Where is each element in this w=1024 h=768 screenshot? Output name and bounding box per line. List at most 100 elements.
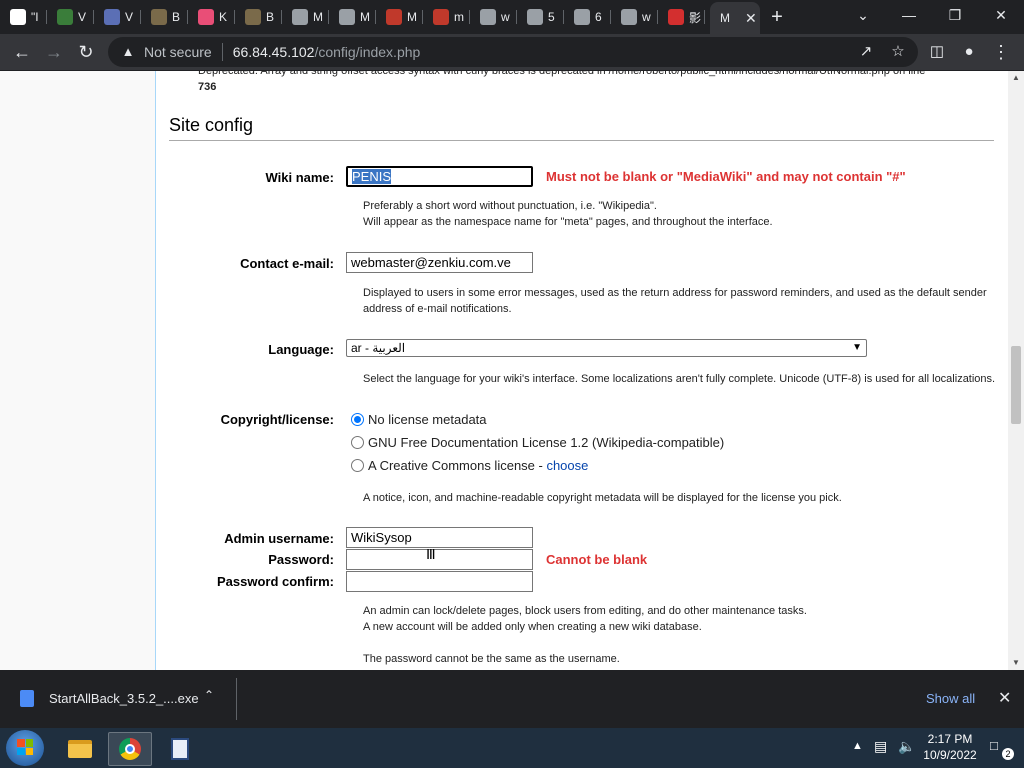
browser-tab[interactable]: "I [0, 4, 47, 30]
browser-tab[interactable]: 5 [517, 4, 564, 30]
maximize-button[interactable]: ❐ [932, 0, 978, 30]
tab-favicon-icon [151, 9, 167, 25]
file-explorer-button[interactable] [58, 732, 102, 766]
download-bar: StartAllBack_3.5.2_....exe ⌃ Show all ✕ [0, 670, 1024, 728]
choose-license-link[interactable]: choose [546, 458, 588, 473]
tab-active-label: M [720, 11, 730, 25]
close-icon[interactable]: ✕ [745, 10, 757, 27]
tab-label: M [360, 10, 370, 24]
close-icon[interactable]: ✕ [998, 688, 1011, 708]
menu-icon[interactable]: ⋮ [989, 40, 1013, 64]
tab-label: "I [31, 10, 39, 24]
password-input[interactable] [346, 549, 533, 570]
admin-username-label: Admin username: [224, 531, 334, 546]
tab-favicon-icon [621, 9, 637, 25]
close-window-button[interactable]: ✕ [978, 0, 1024, 30]
radio-button[interactable] [351, 459, 364, 472]
browser-tab[interactable]: 6 [564, 4, 611, 30]
scroll-down-icon[interactable]: ▼ [1008, 656, 1024, 670]
contact-email-input[interactable]: webmaster@zenkiu.com.ve [346, 252, 533, 273]
tray-chevron-icon[interactable]: ▲ [852, 740, 863, 752]
wiki-name-input[interactable]: PENIS [346, 166, 533, 187]
profile-icon[interactable]: ● [957, 40, 981, 64]
clock-date: 10/9/2022 [923, 748, 977, 762]
admin-username-input[interactable]: WikiSysop [346, 527, 533, 548]
text-cursor-icon: Ⅲ [426, 546, 436, 562]
app-button[interactable] [158, 732, 202, 766]
browser-tab[interactable]: M [376, 4, 423, 30]
tab-favicon-icon [339, 9, 355, 25]
show-all-button[interactable]: Show all [926, 691, 975, 706]
tab-label: M [313, 10, 323, 24]
browser-tab[interactable]: V [94, 4, 141, 30]
vertical-scrollbar[interactable]: ▲ ▼ [1008, 71, 1024, 670]
tab-favicon-icon [57, 9, 73, 25]
sidepanel-icon[interactable]: ◫ [925, 40, 949, 64]
contact-help-2: address of e-mail notifications. [363, 303, 512, 315]
language-select[interactable]: ar - العربية ▼ [346, 339, 867, 357]
warning-icon[interactable]: ▲ [120, 44, 136, 60]
tab-favicon-icon [104, 9, 120, 25]
browser-tab[interactable]: m [423, 4, 470, 30]
language-label: Language: [268, 342, 334, 357]
minimize-button[interactable]: — [886, 0, 932, 30]
browser-tab[interactable]: V [47, 4, 94, 30]
browser-tab[interactable]: B [235, 4, 282, 30]
radio-button[interactable] [351, 413, 364, 426]
license-option-none[interactable]: No license metadata [351, 412, 487, 427]
tab-active[interactable]: M ✕ [710, 2, 760, 34]
tab-favicon-icon [574, 9, 590, 25]
new-tab-button[interactable]: + [766, 4, 788, 30]
forward-icon[interactable]: → [42, 40, 66, 64]
browser-tab[interactable]: w [470, 4, 517, 30]
volume-icon[interactable]: 🔈 [898, 738, 915, 755]
language-selected-value: ar - العربية [351, 341, 406, 355]
browser-tab[interactable]: M [329, 4, 376, 30]
chevron-up-icon[interactable]: ⌃ [204, 688, 214, 702]
tab-favicon-icon [527, 9, 543, 25]
tab-label: K [219, 10, 228, 24]
clock[interactable]: 2:17 PM 10/9/2022 [920, 731, 980, 763]
chevron-down-icon: ▼ [852, 342, 862, 353]
tab-label: 5 [548, 10, 555, 24]
download-filename[interactable]: StartAllBack_3.5.2_....exe [49, 691, 199, 706]
radio-button[interactable] [351, 436, 364, 449]
chrome-icon [119, 738, 141, 760]
license-option-gfdl[interactable]: GNU Free Documentation License 1.2 (Wiki… [351, 435, 724, 450]
browser-tab[interactable]: K [188, 4, 235, 30]
tab-search-icon[interactable]: ⌄ [840, 0, 886, 30]
star-icon[interactable]: ☆ [888, 42, 908, 62]
scroll-up-icon[interactable]: ▲ [1008, 71, 1024, 85]
admin-help-1: An admin can lock/delete pages, block us… [363, 605, 807, 617]
tab-label: V [125, 10, 134, 24]
scrollbar-thumb[interactable] [1011, 346, 1021, 424]
tab-strip: "I V V B K B M M Mm w 5 6 w 影 M ✕ + ⌄ — ❐ ✕ [0, 0, 1024, 34]
network-icon[interactable]: ▤ [874, 738, 887, 755]
page-content: Deprecated: Array and string offset acce… [0, 71, 1024, 670]
download-divider [236, 678, 237, 720]
tab-label: w [642, 10, 651, 24]
browser-tab[interactable]: B [141, 4, 188, 30]
not-secure-label[interactable]: Not secure [144, 44, 212, 60]
cc-label-text: A Creative Commons license - [368, 458, 547, 473]
wiki-name-help-2: Will appear as the namespace name for "m… [363, 216, 773, 228]
reload-icon[interactable]: ↻ [74, 40, 98, 64]
license-option-cc[interactable]: A Creative Commons license - choose [351, 458, 588, 473]
share-icon[interactable]: ↗ [856, 42, 876, 62]
browser-tab[interactable]: 影 [658, 4, 705, 30]
notification-icon[interactable]: □ 2 [990, 738, 1014, 760]
tab-label: B [172, 10, 181, 24]
address-bar[interactable]: ▲ Not secure 66.84.45.102/config/index.p… [108, 37, 918, 67]
windows-taskbar: ▲ ▤ 🔈 2:17 PM 10/9/2022 □ 2 [0, 728, 1024, 768]
password-confirm-input[interactable] [346, 571, 533, 592]
book-icon [171, 738, 189, 760]
password-error: Cannot be blank [546, 552, 648, 567]
back-icon[interactable]: ← [10, 40, 34, 64]
browser-tab[interactable]: M [282, 4, 329, 30]
chrome-button[interactable] [108, 732, 152, 766]
start-button[interactable] [6, 730, 44, 766]
url-host: 66.84.45.102 [232, 44, 315, 60]
browser-tab[interactable]: w [611, 4, 658, 30]
license-help: A notice, icon, and machine-readable cop… [363, 492, 842, 504]
tab-label: V [78, 10, 87, 24]
